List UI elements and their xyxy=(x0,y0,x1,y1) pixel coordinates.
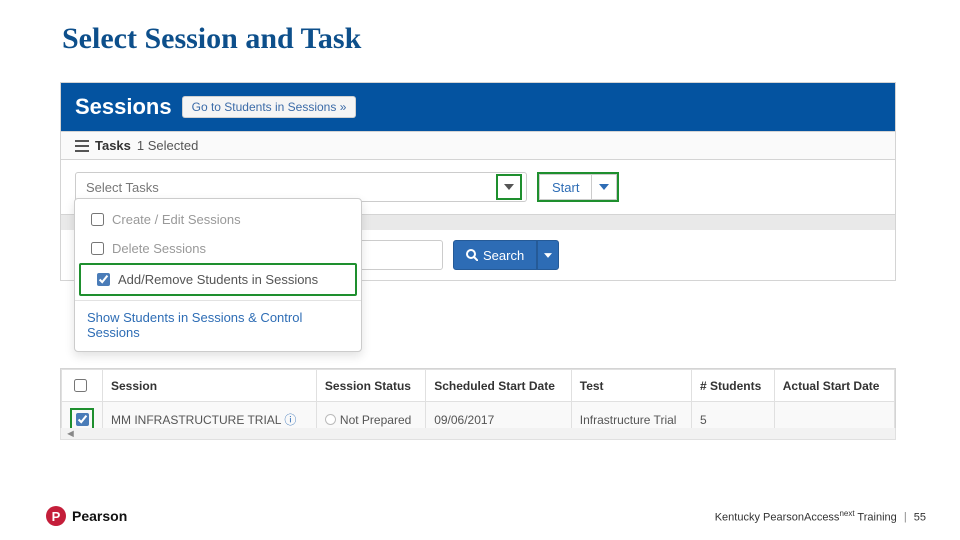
status-text: Not Prepared xyxy=(340,413,411,427)
menu-item-delete[interactable]: Delete Sessions xyxy=(75,234,361,263)
tasks-icon xyxy=(75,140,89,152)
pearson-badge-icon: P xyxy=(46,506,66,526)
tasks-bar: Tasks 1 Selected xyxy=(61,131,895,160)
footer-text: Kentucky PearsonAccessnext Training | 55 xyxy=(715,509,926,524)
header-status: Session Status xyxy=(316,370,425,402)
select-tasks-menu: Create / Edit Sessions Delete Sessions A… xyxy=(74,198,362,352)
slide-footer: P Pearson Kentucky PearsonAccessnext Tra… xyxy=(46,506,926,526)
header-session: Session xyxy=(103,370,317,402)
go-to-students-link[interactable]: Go to Students in Sessions » xyxy=(182,96,357,118)
horizontal-scrollbar[interactable]: ◄ xyxy=(60,428,896,440)
search-icon xyxy=(466,249,478,261)
session-name: MM INFRASTRUCTURE TRIAL xyxy=(111,413,281,427)
header-actual: Actual Start Date xyxy=(774,370,894,402)
footer-separator: | xyxy=(904,511,907,523)
header-students: # Students xyxy=(691,370,774,402)
go-to-students-label: Go to Students in Sessions » xyxy=(192,100,347,114)
menu-item-create-edit[interactable]: Create / Edit Sessions xyxy=(75,205,361,234)
footer-text-b: Training xyxy=(855,511,897,523)
caret-down-icon xyxy=(599,184,609,190)
select-tasks-caret-highlight[interactable] xyxy=(496,174,522,200)
start-button[interactable]: Start xyxy=(539,174,591,200)
header-test: Test xyxy=(571,370,691,402)
menu-link-show-students[interactable]: Show Students in Sessions & Control Sess… xyxy=(75,305,361,345)
table-header-row: Session Session Status Scheduled Start D… xyxy=(62,370,895,402)
pearson-logo: P Pearson xyxy=(46,506,127,526)
select-tasks-placeholder: Select Tasks xyxy=(86,180,159,195)
menu-item-label: Add/Remove Students in Sessions xyxy=(118,272,318,287)
status-dot-icon xyxy=(325,414,336,425)
search-button-group: Search xyxy=(453,240,559,270)
sessions-heading: Sessions xyxy=(75,94,172,120)
menu-checkbox[interactable] xyxy=(97,273,110,286)
caret-down-icon xyxy=(504,184,514,190)
menu-checkbox[interactable] xyxy=(91,242,104,255)
menu-item-label: Create / Edit Sessions xyxy=(112,212,241,227)
search-button-label: Search xyxy=(483,248,524,263)
footer-page-number: 55 xyxy=(914,511,926,523)
search-button-caret[interactable] xyxy=(537,240,559,270)
header-select-all[interactable] xyxy=(62,370,103,402)
info-icon[interactable]: ⓘ xyxy=(284,413,296,427)
select-all-checkbox[interactable] xyxy=(74,379,87,392)
header-scheduled: Scheduled Start Date xyxy=(426,370,572,402)
pearson-brand-name: Pearson xyxy=(72,508,127,524)
tasks-label: Tasks xyxy=(95,138,131,153)
menu-item-add-remove-highlight[interactable]: Add/Remove Students in Sessions xyxy=(79,263,357,296)
search-button[interactable]: Search xyxy=(453,240,537,270)
start-button-caret[interactable] xyxy=(591,174,617,200)
caret-down-icon xyxy=(544,253,552,258)
scroll-left-icon: ◄ xyxy=(65,428,76,440)
tasks-selected-count: 1 Selected xyxy=(137,138,198,153)
menu-checkbox[interactable] xyxy=(91,213,104,226)
slide-title: Select Session and Task xyxy=(62,22,361,56)
menu-item-label: Delete Sessions xyxy=(112,241,206,256)
sessions-header-bar: Sessions Go to Students in Sessions » xyxy=(61,83,895,131)
row-checkbox[interactable] xyxy=(76,413,89,426)
footer-text-a: Kentucky PearsonAccess xyxy=(715,511,840,523)
footer-superscript: next xyxy=(839,509,854,518)
start-button-highlight: Start xyxy=(537,172,619,202)
menu-separator xyxy=(75,300,361,301)
